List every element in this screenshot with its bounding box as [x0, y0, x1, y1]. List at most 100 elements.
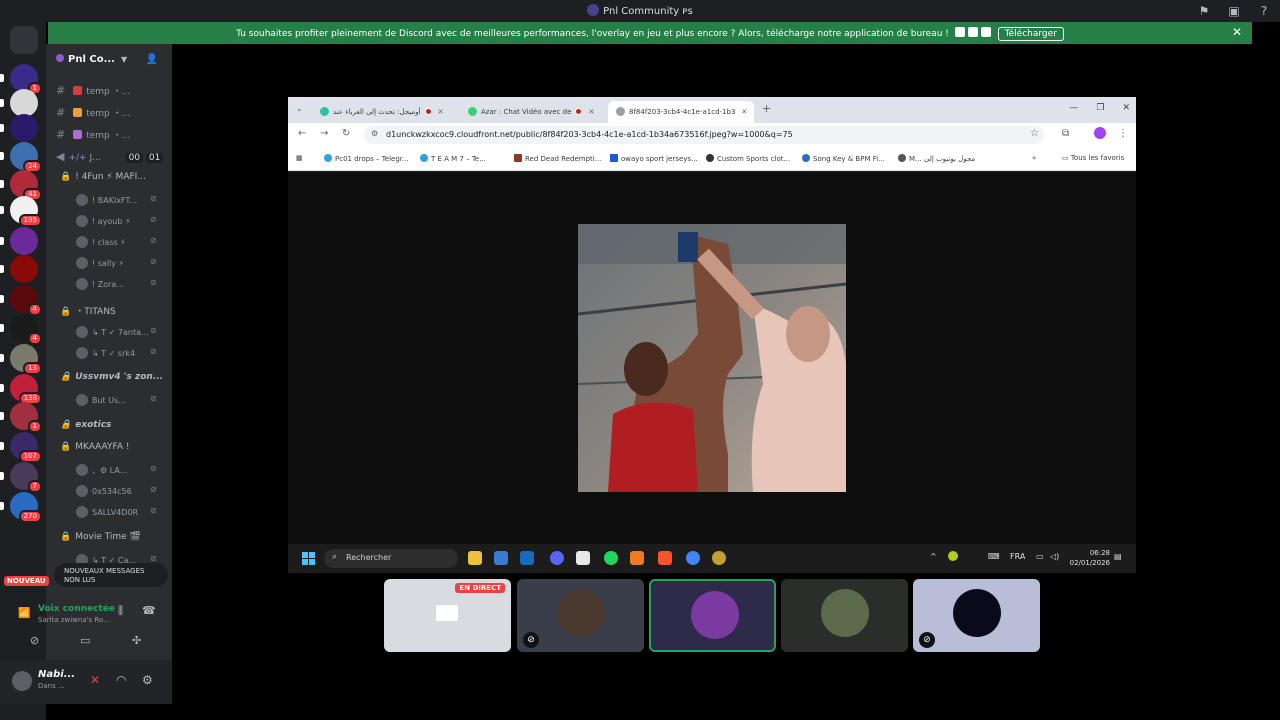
new-badge[interactable]: NOUVEAU	[4, 576, 49, 586]
bookmark-item[interactable]: owayo sport jerseys...	[610, 154, 698, 163]
add-member-icon[interactable]: 👤	[146, 54, 158, 65]
download-button[interactable]: Télécharger	[997, 27, 1064, 41]
voice-user[interactable]: 0x534c56 ⊘	[76, 485, 157, 497]
new-tab-button[interactable]: +	[762, 102, 771, 115]
server-header[interactable]: Pnl Co... ▼ 👤	[46, 44, 172, 76]
network-icon[interactable]: ▭	[1036, 552, 1044, 561]
server-icon[interactable]: 4	[0, 314, 42, 345]
extensions-icon[interactable]: ⧉	[1062, 128, 1069, 139]
shield-icon[interactable]	[520, 551, 534, 565]
notifications-icon[interactable]: ▤	[1114, 552, 1122, 561]
close-window-icon[interactable]: ✕	[1122, 103, 1130, 113]
profile-avatar[interactable]	[1094, 127, 1106, 139]
keyboard-icon[interactable]: ⌨	[988, 552, 1000, 561]
tray-chevron-icon[interactable]: ^	[930, 552, 937, 561]
chrome-icon[interactable]	[686, 551, 700, 565]
taskbar-clock[interactable]: 06:28 02/01/2026	[1070, 548, 1110, 568]
username[interactable]: Nabi...	[38, 669, 75, 680]
maximize-icon[interactable]: ❐	[1096, 103, 1104, 113]
inbox-icon[interactable]: ▣	[1226, 3, 1242, 19]
windows-start-icon[interactable]	[302, 552, 315, 565]
file-explorer-icon[interactable]	[468, 551, 482, 565]
server-icon[interactable]: 13	[0, 344, 42, 375]
tray-app-icon[interactable]	[948, 551, 958, 561]
server-icon[interactable]: 270	[0, 492, 42, 523]
stage-channel[interactable]: ◀ +/+ J... 00 01	[56, 150, 164, 163]
voice-channel[interactable]: 🔒! 4Fun ⚡ MAFI...	[60, 172, 146, 182]
voice-channel[interactable]: 🔒 Ussvmv4 's zon...	[60, 372, 163, 382]
close-tab-icon[interactable]: ✕	[438, 108, 444, 116]
participant-tile[interactable]	[781, 579, 908, 652]
help-icon[interactable]: ?	[1256, 3, 1272, 19]
voice-user[interactable]: ! Zora... ⊘	[76, 278, 157, 290]
browser-tab-active[interactable]: 8f84f203-3cb4-4c1e-a1cd-1b3 ✕	[608, 101, 754, 123]
stream-tile[interactable]: EN DIRECT	[384, 579, 511, 652]
voice-channel[interactable]: 🔒 Movie Time 🎬	[60, 532, 141, 542]
url-field[interactable]: ⚙ d1unckwzkxcoc9.cloudfront.net/public/8f…	[364, 126, 1044, 144]
server-icon[interactable]	[0, 227, 38, 255]
server-icon[interactable]: 1	[0, 64, 42, 95]
participant-tile[interactable]: ⊘	[913, 579, 1040, 652]
voice-user[interactable]: ! ayoub ⚡ ⊘	[76, 215, 157, 227]
server-icon[interactable]: 24	[0, 142, 42, 173]
server-icon[interactable]	[0, 114, 38, 142]
bookmark-item[interactable]: M... محول يوتيوب إلى	[898, 154, 975, 163]
voice-user[interactable]: ↳ T ✓ srk4 ⊘	[76, 347, 157, 359]
server-icon[interactable]: 138	[0, 374, 42, 405]
settings-gear-icon[interactable]: ⚙	[142, 673, 153, 687]
disconnect-icon[interactable]: ☎	[142, 604, 156, 617]
server-icon[interactable]	[0, 255, 38, 283]
camera-off-icon[interactable]: ⊘	[30, 634, 39, 647]
bookmark-item[interactable]: T E A M 7 – Te...	[420, 154, 486, 163]
apps-grid-icon[interactable]: ▦	[296, 154, 303, 162]
voice-user[interactable]: But Us... ⊘	[76, 394, 157, 406]
menu-kebab-icon[interactable]: ⋮	[1118, 128, 1128, 139]
discord-home-icon[interactable]	[10, 26, 38, 54]
volume-icon[interactable]: ◁)	[1050, 552, 1059, 561]
server-icon[interactable]: 41	[0, 170, 42, 201]
voice-user[interactable]: ! class ⚡ ⊘	[76, 236, 157, 248]
bookmark-star-icon[interactable]: ☆	[1030, 128, 1039, 139]
screen-share-icon[interactable]: ▭	[80, 634, 90, 647]
discord-icon[interactable]	[550, 551, 564, 565]
text-channel[interactable]: # temp ・...	[56, 84, 130, 97]
text-channel[interactable]: # temp ・...	[56, 128, 130, 141]
mic-muted-icon[interactable]: ✕	[90, 673, 100, 687]
close-tab-icon[interactable]: ✕	[588, 108, 594, 116]
voice-channel[interactable]: 🔒 MKAAAYFA !	[60, 442, 129, 452]
bookmark-item[interactable]: Custom Sports clot...	[706, 154, 790, 163]
headphones-icon[interactable]: ◠	[116, 673, 126, 687]
more-bookmarks-icon[interactable]: »	[1032, 154, 1036, 162]
bookmark-item[interactable]: Song Key & BPM Fi...	[802, 154, 885, 163]
all-bookmarks[interactable]: ▭ Tous les favoris	[1062, 154, 1124, 162]
voice-user[interactable]: SALLV4D0R ⊘	[76, 506, 157, 518]
participant-tile[interactable]: ⊘	[517, 579, 644, 652]
voice-user[interactable]: ! BAKIxFT... ⊘	[76, 194, 157, 206]
voice-channel-link[interactable]: Sarita zwiwna's Ro...	[38, 616, 110, 624]
app-icon[interactable]	[712, 551, 726, 565]
server-icon[interactable]: 4	[0, 285, 42, 316]
voice-user[interactable]: ↳ T ✓ 7anta... ⊘	[76, 326, 157, 338]
language-indicator[interactable]: FRA	[1010, 552, 1025, 561]
participant-tile-speaking[interactable]	[649, 579, 776, 652]
forward-icon[interactable]: →	[320, 128, 328, 139]
bookmark-item[interactable]: Pc01 drops – Telegr...	[324, 154, 409, 163]
browser-tab[interactable]: أوميجل: تحدث إلى الغرباء عند ✕	[312, 101, 460, 123]
browser-tab[interactable]: Azar : Chat Vidéo avec de ✕	[460, 101, 608, 123]
server-icon[interactable]: 107	[0, 432, 42, 463]
voice-user[interactable]: ! sally ⚡ ⊘	[76, 257, 157, 269]
server-icon[interactable]: 195	[0, 196, 42, 227]
brave-icon[interactable]	[658, 551, 672, 565]
voice-user[interactable]: 、⚙ LA... ⊘	[76, 464, 157, 476]
server-icon[interactable]	[0, 89, 38, 117]
voice-connected-title[interactable]: Voix connectée	[38, 604, 115, 614]
avatar[interactable]	[12, 671, 32, 691]
store-icon[interactable]	[494, 551, 508, 565]
noise-suppression-icon[interactable]: ⫼	[118, 604, 123, 618]
new-messages-pill[interactable]: NOUVEAUX MESSAGES NON LUS	[54, 563, 168, 587]
activities-icon[interactable]: ✣	[132, 634, 141, 647]
taskbar-search[interactable]: ⌕ Rechercher	[324, 549, 458, 568]
text-channel[interactable]: # temp ・...	[56, 106, 130, 119]
inbox-flag-icon[interactable]: ⚑	[1196, 3, 1212, 19]
app-icon[interactable]	[630, 551, 644, 565]
